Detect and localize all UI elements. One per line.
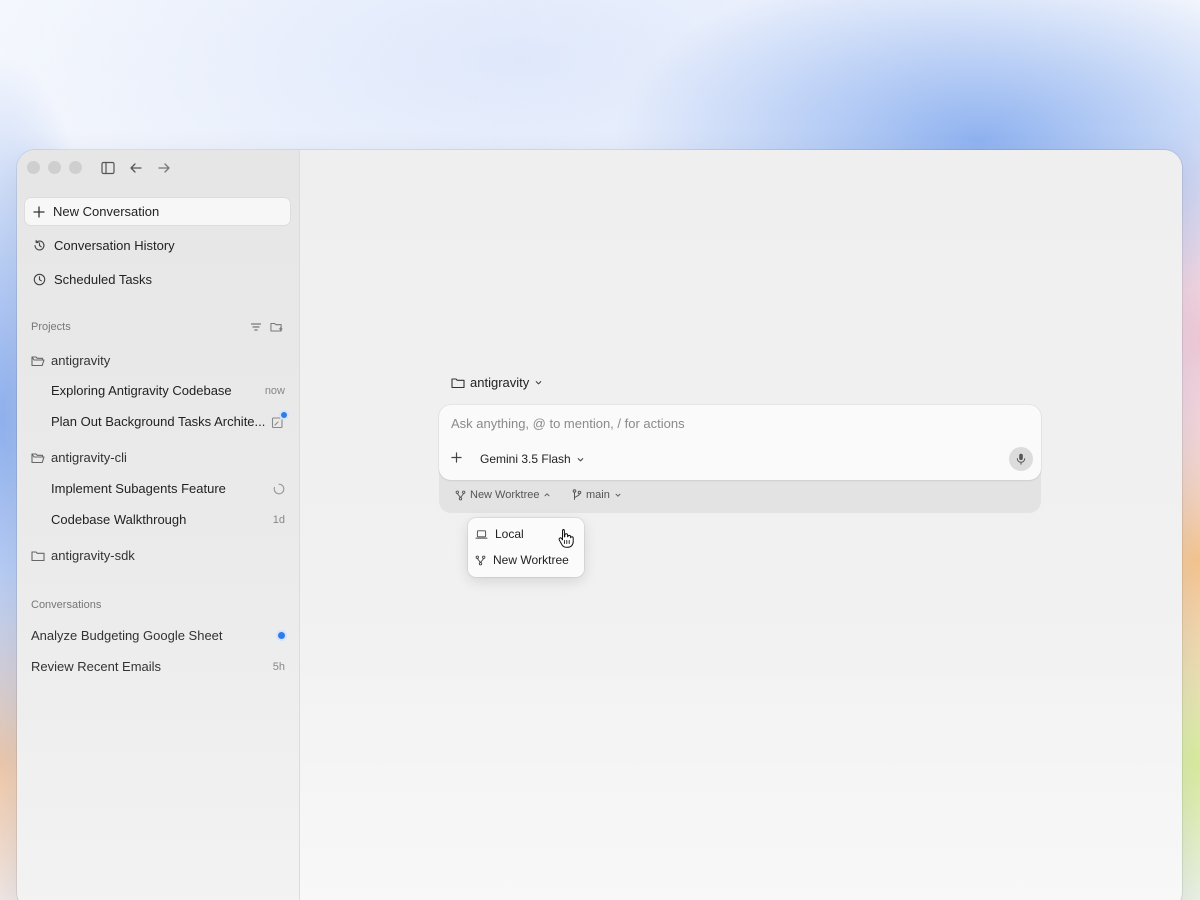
conversation-history-button[interactable]: Conversation History xyxy=(25,232,290,259)
conversation-title: Plan Out Background Tasks Archite... xyxy=(51,414,266,429)
sidebar-toggle-icon[interactable] xyxy=(99,159,117,177)
plus-icon xyxy=(451,452,462,463)
clock-icon xyxy=(33,273,46,286)
conversation-item[interactable]: Codebase Walkthrough 1d xyxy=(51,512,285,527)
toolbar xyxy=(99,159,173,177)
minimize-window-button[interactable] xyxy=(48,161,61,174)
conversation-item[interactable]: Implement Subagents Feature xyxy=(51,481,285,496)
worktree-label: New Worktree xyxy=(470,489,540,501)
project-name: antigravity-cli xyxy=(51,450,127,465)
project-name: antigravity-sdk xyxy=(51,548,135,563)
dropdown-item-local[interactable]: Local xyxy=(475,527,524,541)
conversation-item[interactable]: Exploring Antigravity Codebase now xyxy=(51,383,285,398)
worktree-dropdown-menu: Local New Worktree xyxy=(468,518,584,577)
conversation-title: Exploring Antigravity Codebase xyxy=(51,383,232,398)
chevron-down-icon xyxy=(535,381,542,385)
chevron-up-icon xyxy=(545,493,550,497)
back-arrow-icon[interactable] xyxy=(127,159,145,177)
composer: Gemini 3.5 Flash xyxy=(439,405,1041,480)
conversation-item[interactable]: Review Recent Emails 5h xyxy=(31,659,285,674)
unread-indicator xyxy=(278,632,285,639)
model-name: Gemini 3.5 Flash xyxy=(480,452,571,466)
chevron-down-icon xyxy=(577,457,583,461)
history-icon xyxy=(34,239,45,251)
conversation-title: Codebase Walkthrough xyxy=(51,512,187,527)
conversation-time: now xyxy=(264,384,285,397)
forward-arrow-icon[interactable] xyxy=(155,159,173,177)
main-panel: antigravity Gemini 3.5 Flash New Work xyxy=(300,150,1182,900)
dropdown-item-label: New Worktree xyxy=(493,553,569,567)
filter-icon[interactable] xyxy=(250,321,262,333)
conversation-time: 5h xyxy=(272,660,285,673)
project-name: antigravity xyxy=(51,353,111,368)
window-controls xyxy=(27,161,82,174)
scheduled-tasks-button[interactable]: Scheduled Tasks xyxy=(25,266,290,293)
add-attachment-button[interactable] xyxy=(451,452,462,466)
dropdown-item-label: Local xyxy=(495,527,524,541)
worktree-selector[interactable]: New Worktree xyxy=(455,489,551,501)
microphone-button[interactable] xyxy=(1009,447,1033,471)
laptop-icon xyxy=(475,529,488,539)
prompt-input[interactable] xyxy=(451,416,1011,431)
conversation-item[interactable]: Analyze Budgeting Google Sheet xyxy=(31,628,285,643)
conversation-history-label: Conversation History xyxy=(54,238,175,253)
project-antigravity-cli[interactable]: antigravity-cli xyxy=(31,450,127,465)
conversations-section-label: Conversations xyxy=(31,599,102,611)
sidebar: New Conversation Conversation History Sc… xyxy=(17,150,300,900)
conversation-title: Implement Subagents Feature xyxy=(51,481,226,496)
folder-icon xyxy=(451,377,465,388)
open-folder-icon xyxy=(31,355,45,366)
background-task-icon xyxy=(271,411,287,429)
projects-section-label: Projects xyxy=(31,321,71,333)
project-antigravity-sdk[interactable]: antigravity-sdk xyxy=(31,548,135,563)
close-window-button[interactable] xyxy=(27,161,40,174)
loading-spinner-icon xyxy=(273,483,285,494)
microphone-icon xyxy=(1016,453,1026,465)
hand-pointer-icon xyxy=(558,528,574,553)
conversation-time: 1d xyxy=(272,513,285,526)
workspace-name: antigravity xyxy=(470,375,530,390)
worktree-icon xyxy=(455,490,466,500)
new-conversation-button[interactable]: New Conversation xyxy=(25,198,290,225)
open-folder-icon xyxy=(31,452,45,463)
branch-label: main xyxy=(586,489,610,501)
folder-icon xyxy=(31,550,45,561)
chevron-down-icon xyxy=(615,493,621,497)
model-selector[interactable]: Gemini 3.5 Flash xyxy=(480,452,585,466)
plus-icon xyxy=(33,205,45,218)
composer-container: Gemini 3.5 Flash New Worktree main xyxy=(439,405,1041,513)
app-window: New Conversation Conversation History Sc… xyxy=(17,150,1182,900)
conversation-item[interactable]: Plan Out Background Tasks Archite... xyxy=(51,411,287,429)
project-antigravity[interactable]: antigravity xyxy=(31,353,110,368)
workspace-selector[interactable]: antigravity xyxy=(451,375,543,390)
scheduled-tasks-label: Scheduled Tasks xyxy=(54,272,153,287)
branch-selector[interactable]: main xyxy=(572,489,622,501)
new-conversation-label: New Conversation xyxy=(53,204,160,219)
conversation-title: Analyze Budgeting Google Sheet xyxy=(31,628,223,643)
conversation-title: Review Recent Emails xyxy=(31,659,162,674)
maximize-window-button[interactable] xyxy=(69,161,82,174)
new-folder-icon[interactable] xyxy=(270,321,283,333)
projects-actions xyxy=(250,321,283,333)
dropdown-item-new-worktree[interactable]: New Worktree xyxy=(475,553,569,567)
git-branch-icon xyxy=(572,489,582,500)
worktree-icon xyxy=(475,555,486,565)
